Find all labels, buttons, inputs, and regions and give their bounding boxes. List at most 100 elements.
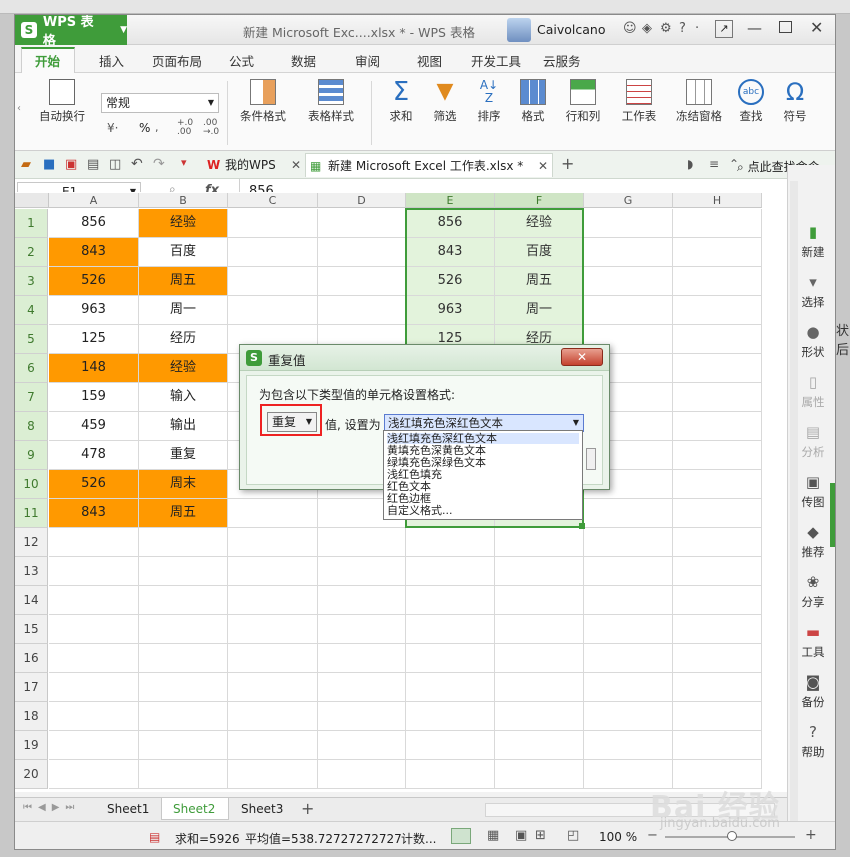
app-menu-button[interactable]: S WPS 表格 ▼	[15, 15, 127, 49]
row-header[interactable]: 8	[15, 412, 48, 441]
tab-document[interactable]: ▦ 新建 Microsoft Excel 工作表.xlsx * ✕	[305, 153, 553, 177]
filter-button[interactable]: ▼ 筛选	[425, 79, 465, 124]
close-icon[interactable]: ✕	[810, 18, 823, 37]
grid-cell[interactable]	[673, 557, 762, 586]
grid-cell[interactable]	[673, 615, 762, 644]
save-icon[interactable]: ■	[43, 157, 55, 172]
grid-cell[interactable]	[406, 702, 495, 731]
page-break-view-icon[interactable]: ▦	[487, 828, 499, 843]
grid-cell[interactable]	[139, 760, 228, 789]
grid-cell[interactable]	[673, 470, 762, 499]
grid-cell[interactable]: 478	[49, 441, 139, 470]
grid-cell[interactable]	[318, 702, 406, 731]
column-header[interactable]: C	[228, 193, 318, 208]
row-header[interactable]: 17	[15, 673, 48, 702]
more-icon[interactable]: ·	[695, 21, 699, 36]
grid-cell[interactable]	[584, 557, 673, 586]
increase-decimal-icon[interactable]: +.0.00	[177, 119, 193, 137]
grid-cell[interactable]	[673, 354, 762, 383]
panel-d-icon[interactable]: ◗	[687, 157, 693, 171]
dropdown-option[interactable]: 红色文本	[387, 481, 431, 492]
customize-icon[interactable]: ▾	[181, 156, 187, 169]
open-folder-icon[interactable]: ▰	[21, 157, 31, 172]
find-button[interactable]: abc 查找	[731, 79, 771, 124]
page-layout-view-icon[interactable]: ▣	[515, 828, 527, 843]
grid-cell[interactable]: 125	[49, 325, 139, 354]
grid-cell[interactable]	[406, 528, 495, 557]
grid-cell[interactable]	[584, 209, 673, 238]
sidebar-item[interactable]: ◙ 备份	[788, 673, 835, 710]
dropdown-option[interactable]: 黄填充色深黄色文本	[387, 445, 486, 456]
grid-cell[interactable]: 周一	[139, 296, 228, 325]
close-tab-icon[interactable]: ✕	[291, 153, 301, 177]
column-header[interactable]: F	[495, 193, 584, 208]
grid-cell[interactable]	[139, 528, 228, 557]
tab-data[interactable]: 数据	[291, 51, 316, 70]
table-style-button[interactable]: 表格样式	[299, 79, 363, 124]
grid-cell[interactable]	[673, 267, 762, 296]
mascot-icon[interactable]: ☺	[623, 21, 637, 36]
grid-cell[interactable]	[318, 238, 406, 267]
fullscreen-icon[interactable]: ↗	[715, 20, 733, 38]
grid-cell[interactable]: 输入	[139, 383, 228, 412]
row-header[interactable]: 10	[15, 470, 48, 499]
normal-view-icon[interactable]	[451, 828, 471, 844]
number-format-select[interactable]: 常规 ▼	[101, 93, 219, 113]
grid-cell[interactable]	[318, 267, 406, 296]
grid-cell[interactable]	[228, 557, 318, 586]
tab-developer[interactable]: 开发工具	[471, 51, 521, 70]
tab-sheet2[interactable]: Sheet2	[173, 802, 215, 816]
grid-cell[interactable]	[673, 499, 762, 528]
grid-cell[interactable]	[406, 615, 495, 644]
maximize-icon[interactable]	[779, 21, 792, 33]
settings-icon[interactable]: ⚙	[660, 21, 672, 36]
grid-cell[interactable]	[228, 644, 318, 673]
grid-cell[interactable]: 周五	[139, 267, 228, 296]
grid-cell[interactable]	[673, 296, 762, 325]
zoom-slider-thumb[interactable]	[727, 831, 737, 841]
grid-cell[interactable]: 周五	[139, 499, 228, 528]
close-tab-icon[interactable]: ✕	[538, 154, 548, 178]
grid-cell[interactable]	[49, 760, 139, 789]
grid-cell[interactable]	[228, 267, 318, 296]
grid-cell[interactable]	[584, 238, 673, 267]
ok-button-edge[interactable]	[586, 448, 596, 470]
sidebar-item[interactable]: ▣ 传图	[788, 473, 835, 510]
grid-cell[interactable]	[584, 615, 673, 644]
minimize-icon[interactable]: —	[747, 19, 762, 37]
grid-cell[interactable]: 459	[49, 412, 139, 441]
redo-icon[interactable]: ↷	[153, 156, 165, 172]
grid-cell[interactable]	[228, 760, 318, 789]
grid-cell[interactable]	[139, 557, 228, 586]
grid-cell[interactable]	[673, 644, 762, 673]
print-preview-icon[interactable]: ◫	[109, 157, 121, 172]
grid-cell[interactable]	[584, 528, 673, 557]
mode-select[interactable]: 重复 ▼	[267, 412, 317, 432]
grid-cell[interactable]	[495, 528, 584, 557]
export-pdf-icon[interactable]: ▣	[65, 157, 77, 172]
grid-cell[interactable]	[495, 731, 584, 760]
sidebar-item[interactable]: ❀ 分享	[788, 573, 835, 610]
dropdown-option[interactable]: 绿填充色深绿色文本	[387, 457, 486, 468]
scroll-left-icon[interactable]: ‹	[17, 103, 21, 114]
grid-cell[interactable]	[228, 673, 318, 702]
grid-cell[interactable]	[49, 644, 139, 673]
grid-cell[interactable]	[318, 528, 406, 557]
grid-cell[interactable]	[495, 615, 584, 644]
grid-cell[interactable]: 159	[49, 383, 139, 412]
column-header[interactable]: G	[584, 193, 673, 208]
grid-cell[interactable]	[318, 731, 406, 760]
grid-cell[interactable]	[673, 731, 762, 760]
grid-cell[interactable]	[673, 412, 762, 441]
grid-cell[interactable]	[139, 702, 228, 731]
grid-cell[interactable]	[228, 615, 318, 644]
grid-cell[interactable]	[318, 673, 406, 702]
row-header[interactable]: 1	[15, 209, 48, 238]
grid-cell[interactable]: 经验	[139, 354, 228, 383]
grid-cell[interactable]: 周末	[139, 470, 228, 499]
row-header[interactable]: 14	[15, 586, 48, 615]
macro-icon[interactable]: ▤	[149, 830, 160, 844]
grid-cell[interactable]	[49, 586, 139, 615]
grid-cell[interactable]	[139, 673, 228, 702]
fill-handle[interactable]	[579, 523, 585, 529]
